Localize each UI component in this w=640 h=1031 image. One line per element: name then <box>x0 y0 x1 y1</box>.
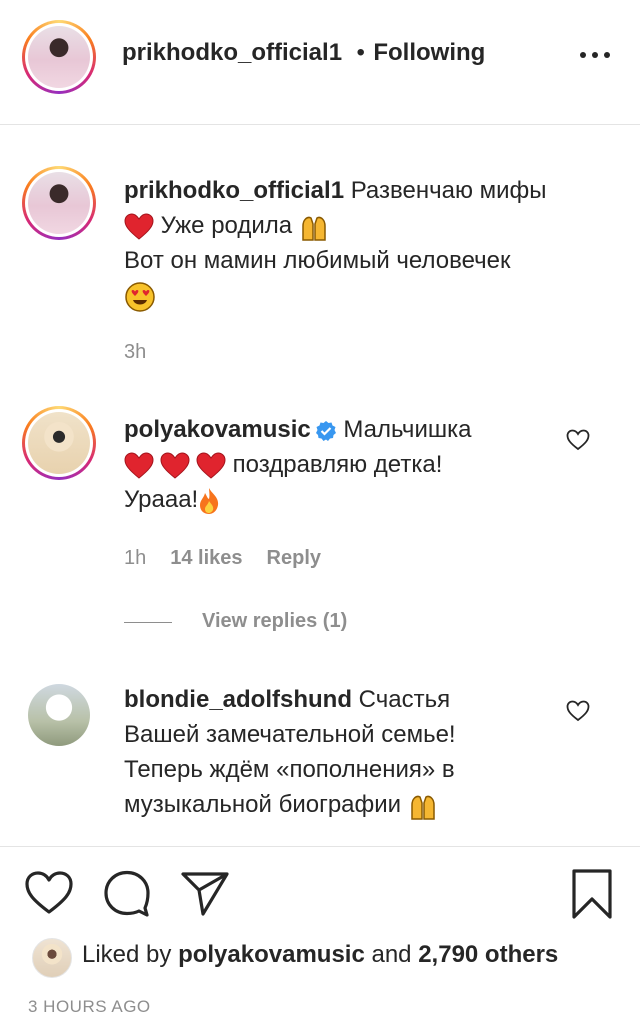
comment-line-1: Развенчаю мифы <box>350 177 547 204</box>
liked-by-prefix: Liked by <box>82 941 172 968</box>
fire-icon <box>200 487 219 514</box>
comment-item: blondie_adolfshund Счастья Вашей замечат… <box>0 676 640 846</box>
comment-text: polyakovamusic Мальчишка поздравляю детк… <box>124 412 554 517</box>
comment-time: 1h <box>124 547 147 569</box>
comment-line-2: Уже родила <box>160 212 293 239</box>
comment-username[interactable]: prikhodko_official1 <box>124 177 344 204</box>
red-heart-icon <box>124 213 154 240</box>
liked-by-and: and <box>371 941 412 968</box>
comment-line-3: Теперь ждём «пополнения» в <box>124 756 455 783</box>
comment-line-4: музыкальной биографии <box>124 791 402 818</box>
comment-avatar-image <box>28 412 90 474</box>
comment-avatar[interactable] <box>22 406 96 480</box>
author-avatar-image <box>28 26 90 88</box>
comment-avatar[interactable] <box>28 684 90 746</box>
separator-dot: • <box>356 39 365 66</box>
liked-by-user[interactable]: polyakovamusic <box>178 941 365 968</box>
post-header: prikhodko_official1 • Following <box>0 0 640 124</box>
comment-avatar[interactable] <box>22 166 96 240</box>
comment-meta: 3h <box>124 341 146 364</box>
comment-avatar-image <box>28 172 90 234</box>
comment-line-3: Урааа! <box>124 486 199 513</box>
comment-likes[interactable]: 14 likes <box>170 547 242 570</box>
like-heart-icon[interactable] <box>24 870 74 916</box>
post-timestamp[interactable]: 3 HOURS AGO <box>28 997 151 1017</box>
comment-username[interactable]: polyakovamusic <box>124 416 311 443</box>
view-replies-line <box>124 622 172 623</box>
raising-hands-icon <box>302 216 326 241</box>
like-comment-heart-icon[interactable] <box>566 699 590 723</box>
liked-by-text: Liked by polyakovamusic and 2,790 others <box>82 941 558 969</box>
comment-line-3: Вот он мамин любимый человечек <box>124 247 511 274</box>
header-divider <box>0 124 640 125</box>
red-heart-icon <box>124 452 154 479</box>
reply-button[interactable]: Reply <box>267 547 321 570</box>
comment-line-1: Счастья <box>358 686 451 713</box>
verified-badge-icon <box>315 420 336 441</box>
heart-eyes-icon <box>125 281 155 312</box>
comment-line-2: Вашей замечательной семье! <box>124 721 456 748</box>
red-heart-icon <box>160 452 190 479</box>
comment-username[interactable]: blondie_adolfshund <box>124 686 352 713</box>
more-horizontal-icon[interactable] <box>580 40 610 70</box>
comment-line-1: Мальчишка <box>343 416 472 443</box>
author-avatar[interactable] <box>22 20 96 94</box>
comment-line-2: поздравляю детка! <box>232 451 443 478</box>
like-comment-heart-icon[interactable] <box>566 428 590 452</box>
view-replies-button[interactable]: View replies (1) <box>202 610 347 633</box>
comment-item: polyakovamusic Мальчишка поздравляю детк… <box>0 400 640 650</box>
comment-text: blondie_adolfshund Счастья Вашей замечат… <box>124 682 554 822</box>
raising-hands-icon <box>411 795 435 820</box>
comment-text: prikhodko_official1 Развенчаю мифы Уже р… <box>124 173 554 313</box>
author-username[interactable]: prikhodko_official1 <box>122 39 342 66</box>
bookmark-icon[interactable] <box>570 868 614 920</box>
red-heart-icon <box>196 452 226 479</box>
liked-by-others[interactable]: 2,790 others <box>418 941 558 968</box>
header-title-row: prikhodko_official1 • Following <box>122 39 485 67</box>
comment-time: 3h <box>124 341 147 363</box>
comment-meta: 1h 14 likes Reply <box>124 547 321 570</box>
following-button[interactable]: Following <box>373 39 485 66</box>
comment-bubble-icon[interactable] <box>102 868 152 918</box>
share-paper-plane-icon[interactable] <box>180 870 230 918</box>
comment-caption: prikhodko_official1 Развенчаю мифы Уже р… <box>0 160 640 370</box>
liked-by-avatar[interactable] <box>32 938 72 978</box>
